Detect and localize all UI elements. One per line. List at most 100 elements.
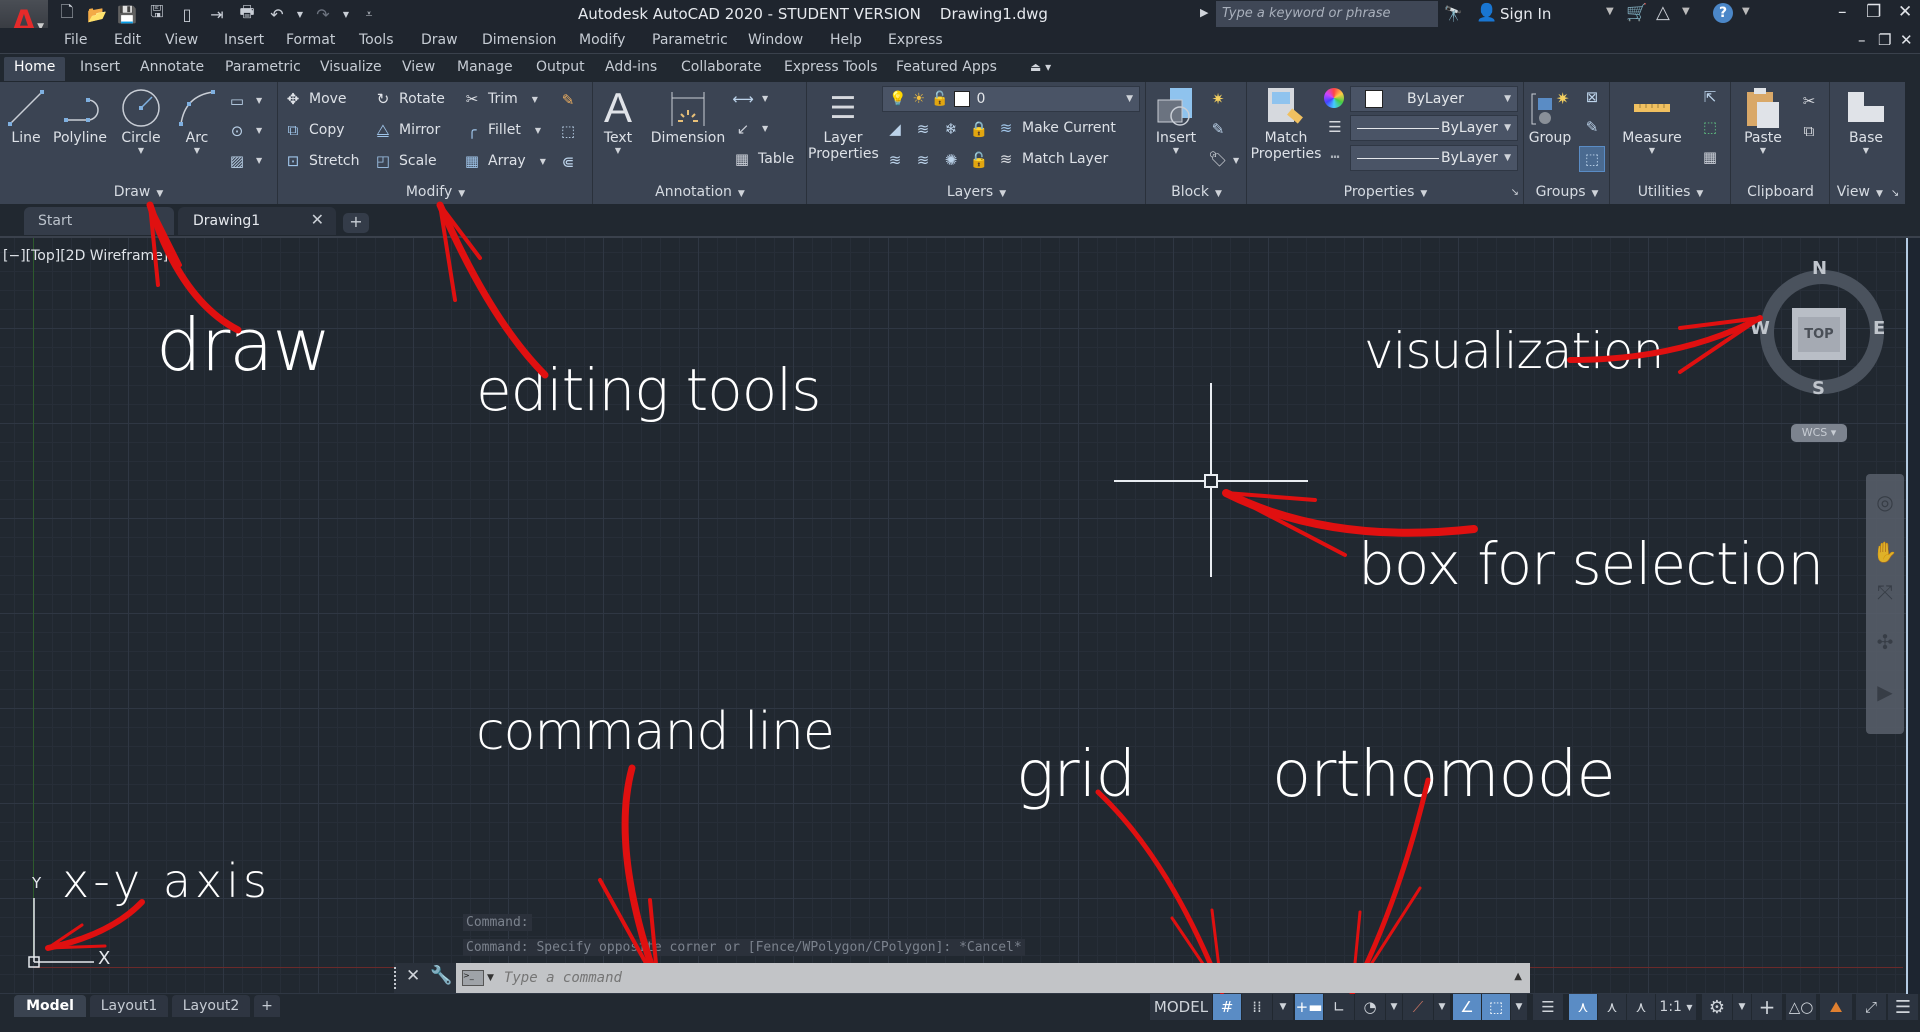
isometric-drafting-toggle[interactable]: ⟋ — [1403, 994, 1433, 1020]
cut-icon[interactable]: ✂ — [1798, 90, 1820, 112]
chevron-down-icon[interactable]: ▼ — [1233, 156, 1239, 165]
view-panel-title[interactable]: View ▼ ↘ — [1831, 182, 1905, 202]
lineweight-dropdown[interactable]: ByLayer ▼ — [1350, 115, 1518, 141]
chevron-down-icon[interactable]: ▼ — [1742, 6, 1750, 17]
edit-attributes-icon[interactable]: 🏷 — [1207, 148, 1229, 170]
match-properties-button[interactable]: Match Properties — [1250, 86, 1322, 162]
menu-window[interactable]: Window — [748, 32, 803, 48]
viewcube-west[interactable]: W — [1750, 318, 1770, 339]
table-button[interactable]: ▦ Table — [732, 149, 794, 169]
showmotion-icon[interactable]: ▶ — [1872, 680, 1898, 704]
groups-panel-title[interactable]: Groups ▼ — [1525, 182, 1609, 202]
tab-add-ins[interactable]: Add-ins — [605, 59, 657, 75]
chevron-down-icon[interactable]: ▼ — [487, 973, 494, 983]
chevron-down-icon[interactable]: ▼ — [1606, 6, 1614, 17]
select-all-icon[interactable]: ⬚ — [1699, 116, 1721, 138]
command-line-grip-handle[interactable] — [394, 967, 398, 989]
polyline-button[interactable]: Polyline — [50, 86, 110, 146]
arc-button[interactable]: Arc ▼ — [174, 86, 220, 155]
hardware-acceleration-button[interactable]: ⛰ — [1820, 994, 1852, 1020]
dialog-launcher-icon[interactable]: ↘ — [1511, 187, 1519, 198]
ungroup-icon[interactable]: ⊠ — [1581, 86, 1603, 108]
rotate-button[interactable]: ↻ Rotate — [373, 89, 445, 109]
save-to-web-icon[interactable]: ⇥ — [206, 3, 228, 25]
customize-toolbar-icon[interactable]: ⩡ — [358, 3, 380, 25]
annotation-scale-dropdown[interactable]: 1:1 ▼ — [1656, 994, 1696, 1020]
isodraft-dropdown[interactable]: ▼ — [1434, 994, 1450, 1020]
tab-visualize[interactable]: Visualize — [320, 59, 382, 75]
linear-dimension-icon[interactable]: ⟷ — [732, 88, 754, 110]
cart-icon[interactable]: 🛒 — [1626, 3, 1647, 23]
chevron-down-icon[interactable]: ▼ — [256, 96, 262, 105]
units-button[interactable]: △○ — [1786, 994, 1816, 1020]
customize-status-bar-button[interactable]: ☰ — [1888, 994, 1918, 1020]
redo-dropdown-icon[interactable]: ▼ — [342, 3, 350, 25]
copy-button[interactable]: ⧉ Copy — [283, 120, 345, 140]
file-tab-drawing1[interactable]: Drawing1 ✕ — [178, 207, 336, 235]
viewcube-top-face[interactable]: TOP — [1792, 308, 1846, 360]
insert-block-button[interactable]: Insert ▼ — [1151, 86, 1201, 155]
minimize-button[interactable]: – — [1838, 2, 1847, 22]
tab-insert[interactable]: Insert — [80, 59, 120, 75]
search-expand-icon[interactable]: ▶ — [1200, 6, 1208, 19]
layer-isolate-icon[interactable]: ≋ — [912, 118, 934, 140]
menu-insert[interactable]: Insert — [224, 32, 264, 48]
tab-collaborate[interactable]: Collaborate — [681, 59, 762, 75]
help-icon[interactable]: ? — [1713, 3, 1733, 23]
trim-button[interactable]: ✂ Trim ▼ — [462, 89, 538, 109]
layers-panel-title[interactable]: Layers ▼ — [808, 182, 1145, 202]
leader-icon[interactable]: ↙ — [732, 118, 754, 140]
chevron-down-icon[interactable]: ▼ — [762, 94, 768, 103]
chevron-down-icon[interactable]: ▼ — [256, 156, 262, 165]
chevron-down-icon[interactable]: ▼ — [1682, 6, 1690, 17]
chevron-down-icon[interactable]: ▼ — [256, 126, 262, 135]
plot-icon[interactable]: 🖶 — [236, 2, 258, 25]
polar-dropdown[interactable]: ▼ — [1386, 994, 1402, 1020]
erase-icon[interactable]: ✎ — [557, 89, 579, 111]
make-current-button[interactable]: ≋ Make Current — [996, 118, 1116, 138]
menu-dimension[interactable]: Dimension — [482, 32, 556, 48]
tab-parametric[interactable]: Parametric — [225, 59, 301, 75]
open-from-web-icon[interactable]: ▯ — [176, 3, 198, 25]
pan-hand-icon[interactable]: ✋ — [1872, 540, 1898, 564]
menu-express[interactable]: Express — [888, 32, 943, 48]
menu-draw[interactable]: Draw — [421, 32, 458, 48]
linetype-dropdown[interactable]: ByLayer ▼ — [1350, 145, 1518, 171]
steering-wheel-icon[interactable]: ◎ — [1872, 490, 1898, 514]
layer-on-icon[interactable]: ≋ — [884, 149, 906, 171]
object-snap-dropdown[interactable]: ▼ — [1511, 994, 1527, 1020]
command-prompt-icon[interactable]: >_ — [462, 970, 484, 986]
offset-icon[interactable]: ⋐ — [557, 151, 579, 173]
text-button[interactable]: A Text ▼ — [600, 84, 636, 155]
layer-unlock-icon[interactable]: 🔓 — [968, 149, 990, 171]
color-dropdown[interactable]: ByLayer ▼ — [1350, 86, 1518, 112]
close-tab-icon[interactable]: ✕ — [311, 210, 324, 229]
measure-button[interactable]: Measure ▼ — [1617, 86, 1687, 155]
close-button[interactable]: ✕ — [1898, 2, 1912, 22]
auto-scale-toggle[interactable]: ⋏ — [1598, 994, 1626, 1020]
command-input[interactable] — [503, 970, 1484, 986]
group-edit-icon[interactable]: ✎ — [1581, 116, 1603, 138]
orbit-icon[interactable]: ✣ — [1872, 630, 1898, 654]
array-button[interactable]: ▦ Array ▼ — [462, 151, 546, 171]
circle-button[interactable]: Circle ▼ — [114, 86, 168, 155]
undo-icon[interactable]: ↶ — [266, 3, 288, 25]
scale-button[interactable]: ◰ Scale — [373, 151, 437, 171]
dimension-button[interactable]: Dimension — [650, 86, 726, 146]
restore-button[interactable]: ❐ — [1866, 2, 1881, 22]
command-history-up-icon[interactable]: ▲ — [1514, 971, 1522, 982]
hatch-icon[interactable]: ▨ — [226, 150, 248, 172]
tab-annotate[interactable]: Annotate — [140, 59, 204, 75]
clean-screen-button[interactable]: ⤢ — [1856, 994, 1886, 1020]
add-layout-button[interactable]: + — [254, 995, 280, 1017]
layer-lock-icon[interactable]: 🔒 — [968, 118, 990, 140]
close-command-line-icon[interactable]: ✕ — [406, 966, 420, 986]
menu-tools[interactable]: Tools — [359, 32, 394, 48]
menu-view[interactable]: View — [165, 32, 198, 48]
copy-clip-icon[interactable]: ⧉ — [1798, 120, 1820, 142]
snap-toggle[interactable]: ⁞⁞ — [1242, 994, 1272, 1020]
tab-view[interactable]: View — [402, 59, 435, 75]
menu-format[interactable]: Format — [286, 32, 335, 48]
group-button[interactable]: ✷ Group — [1527, 86, 1573, 146]
layer-freeze-icon[interactable]: ❄ — [940, 118, 962, 140]
